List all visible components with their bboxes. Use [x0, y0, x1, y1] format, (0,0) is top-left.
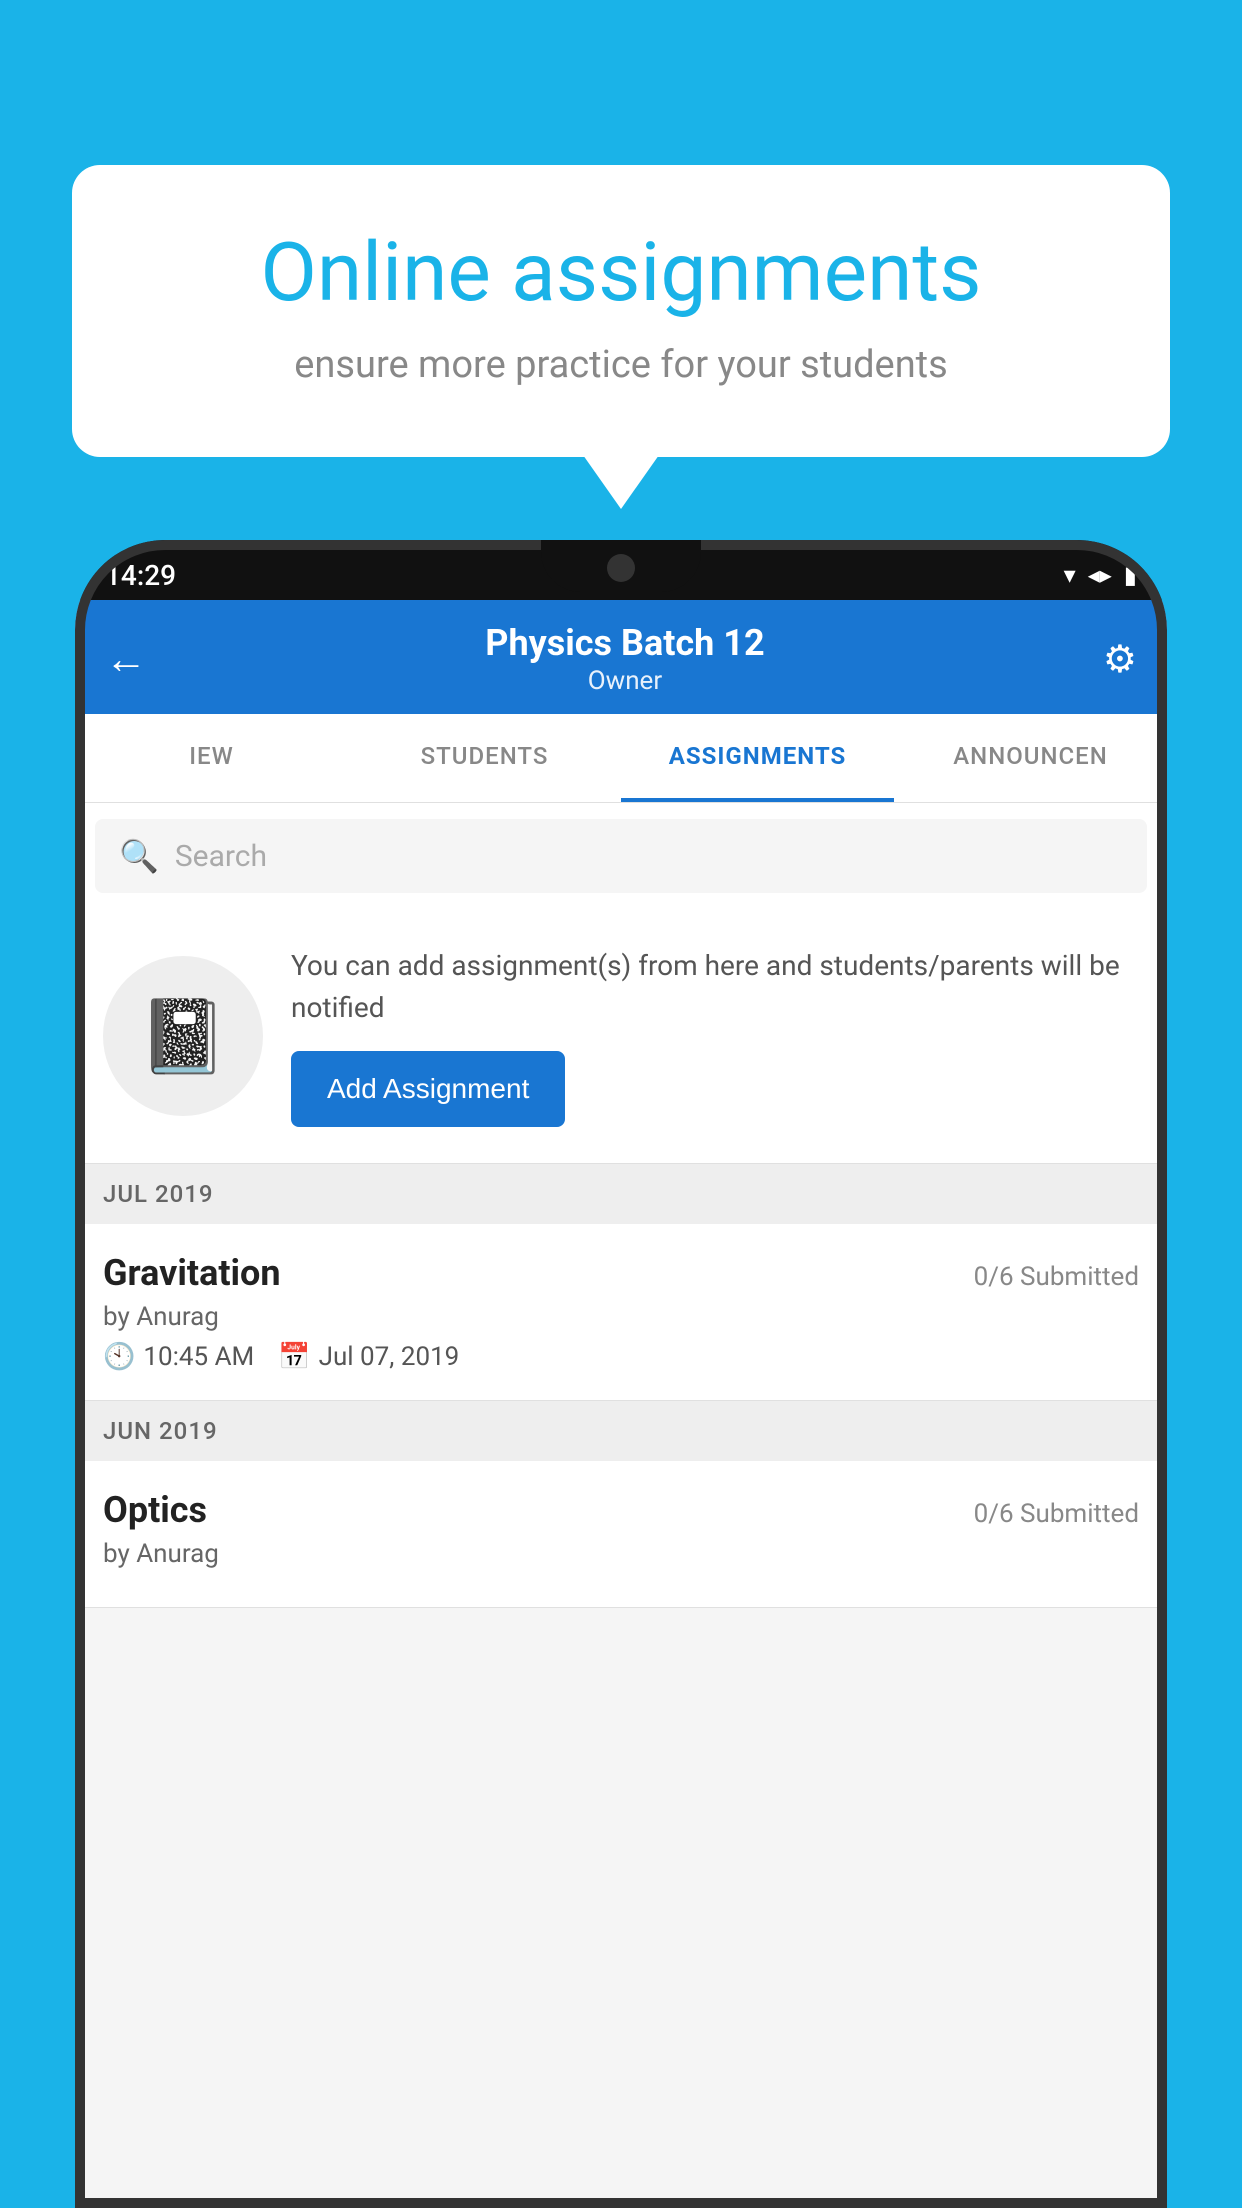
speech-bubble-title: Online assignments	[142, 225, 1100, 321]
assignment-row1-optics: Optics 0/6 Submitted	[103, 1489, 1139, 1531]
meta-time-gravitation: 🕙 10:45 AM	[103, 1342, 254, 1372]
speech-bubble-subtitle: ensure more practice for your students	[142, 343, 1100, 387]
promo-text: You can add assignment(s) from here and …	[291, 945, 1139, 1127]
month-label-jul: JUL 2019	[103, 1180, 214, 1208]
assignment-item-optics[interactable]: Optics 0/6 Submitted by Anurag	[75, 1461, 1167, 1608]
header-subtitle: Owner	[147, 666, 1103, 696]
clock-icon: 🕙	[103, 1342, 135, 1372]
tab-assignments[interactable]: ASSIGNMENTS	[621, 714, 894, 802]
month-label-jun: JUN 2019	[103, 1417, 218, 1445]
app-content: ← Physics Batch 12 Owner ⚙ IEW STUDENTS …	[75, 600, 1167, 2208]
month-section-jun: JUN 2019	[75, 1401, 1167, 1461]
header-title: Physics Batch 12	[147, 622, 1103, 664]
promo-description: You can add assignment(s) from here and …	[291, 945, 1139, 1029]
speech-bubble: Online assignments ensure more practice …	[72, 165, 1170, 457]
calendar-icon: 📅	[278, 1342, 310, 1372]
time-gravitation: 10:45 AM	[143, 1342, 254, 1372]
notebook-icon: 📓	[138, 994, 228, 1079]
search-bar-wrapper: 🔍 Search	[75, 803, 1167, 909]
assignment-name-gravitation: Gravitation	[103, 1252, 281, 1294]
assignment-name-optics: Optics	[103, 1489, 207, 1531]
add-assignment-button[interactable]: Add Assignment	[291, 1051, 565, 1127]
assignment-item-gravitation[interactable]: Gravitation 0/6 Submitted by Anurag 🕙 10…	[75, 1224, 1167, 1401]
signal-icon: ◂▸	[1088, 561, 1112, 589]
promo-card: 📓 You can add assignment(s) from here an…	[75, 909, 1167, 1164]
content-area: 🔍 Search 📓 You can add assignment(s) fro…	[75, 803, 1167, 2208]
battery-icon: ▮	[1124, 561, 1137, 589]
search-placeholder: Search	[175, 839, 267, 874]
assignment-submitted-gravitation: 0/6 Submitted	[974, 1262, 1139, 1292]
meta-date-gravitation: 📅 Jul 07, 2019	[278, 1342, 459, 1372]
back-button[interactable]: ←	[105, 635, 147, 684]
app-header: ← Physics Batch 12 Owner ⚙	[75, 600, 1167, 714]
status-icons: ▾ ◂▸ ▮	[1064, 561, 1137, 589]
phone-notch	[541, 540, 701, 592]
search-input-wrap[interactable]: 🔍 Search	[95, 819, 1147, 893]
front-camera	[607, 554, 635, 582]
assignment-by-gravitation: by Anurag	[103, 1302, 1139, 1332]
month-section-jul: JUL 2019	[75, 1164, 1167, 1224]
tab-students[interactable]: STUDENTS	[348, 714, 621, 802]
status-time: 14:29	[105, 559, 176, 592]
assignment-meta-gravitation: 🕙 10:45 AM 📅 Jul 07, 2019	[103, 1342, 1139, 1372]
phone-frame: 14:29 ▾ ◂▸ ▮ ← Physics Batch 12 Owner ⚙ …	[75, 540, 1167, 2208]
promo-icon-wrap: 📓	[103, 956, 263, 1116]
date-gravitation: Jul 07, 2019	[319, 1342, 460, 1372]
header-center: Physics Batch 12 Owner	[147, 622, 1103, 696]
search-icon: 🔍	[119, 837, 159, 875]
assignment-by-optics: by Anurag	[103, 1539, 1139, 1569]
tab-bar: IEW STUDENTS ASSIGNMENTS ANNOUNCEN	[75, 714, 1167, 803]
wifi-icon: ▾	[1064, 561, 1076, 589]
tab-announcements[interactable]: ANNOUNCEN	[894, 714, 1167, 802]
tab-iew[interactable]: IEW	[75, 714, 348, 802]
assignment-row1: Gravitation 0/6 Submitted	[103, 1252, 1139, 1294]
settings-button[interactable]: ⚙	[1103, 637, 1137, 682]
assignment-submitted-optics: 0/6 Submitted	[974, 1499, 1139, 1529]
